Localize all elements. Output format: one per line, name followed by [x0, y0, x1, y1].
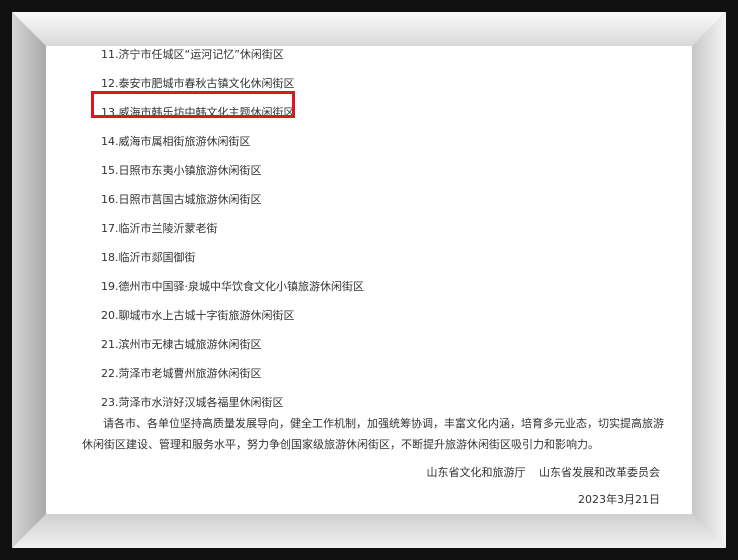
- frame-bevel-top: [12, 12, 726, 46]
- signature-issuer: 山东省文化和旅游厅: [426, 466, 526, 479]
- list-item: 20.聊城市水上古城十字街旅游休闲街区: [101, 309, 295, 322]
- list-item: 15.日照市东夷小镇旅游休闲街区: [101, 164, 262, 177]
- list-item: 14.威海市属相街旅游休闲街区: [101, 135, 251, 148]
- frame-bevel-left: [12, 12, 46, 548]
- signature-line: 山东省文化和旅游厅 山东省发展和改革委员会: [427, 464, 661, 480]
- list-item: 11.济宁市任城区“运河记忆”休闲街区: [101, 48, 284, 61]
- picture-frame: 11.济宁市任城区“运河记忆”休闲街区 12.泰安市肥城市春秋古镇文化休闲街区 …: [0, 0, 738, 560]
- signature-issuer: 山东省发展和改革委员会: [539, 466, 660, 479]
- list-item: 17.临沂市兰陵沂蒙老街: [101, 222, 218, 235]
- list-item: 16.日照市莒国古城旅游休闲街区: [101, 193, 262, 206]
- frame-bevel-bottom: [12, 514, 726, 548]
- frame-bevel-right: [692, 12, 726, 548]
- list-item: 19.德州市中国驿·泉城中华饮食文化小镇旅游休闲街区: [101, 280, 364, 293]
- closing-paragraph: 请各市、各单位坚持高质量发展导向，健全工作机制，加强统筹协调，丰富文化内涵，培育…: [82, 417, 664, 451]
- list-item: 21.滨州市无棣古城旅游休闲街区: [101, 338, 262, 351]
- list-item: 22.菏泽市老城曹州旅游休闲街区: [101, 367, 262, 380]
- list-item: 18.临沂市郯国御街: [101, 251, 196, 264]
- document-page: 11.济宁市任城区“运河记忆”休闲街区 12.泰安市肥城市春秋古镇文化休闲街区 …: [46, 46, 692, 514]
- document-date: 2023年3月21日: [578, 493, 660, 506]
- highlight-box: [91, 91, 295, 118]
